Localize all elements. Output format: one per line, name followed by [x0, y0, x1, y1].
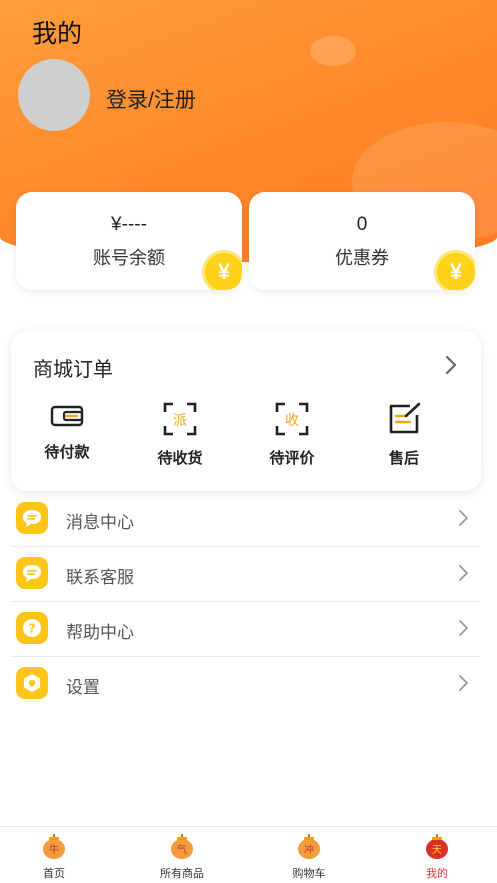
- menu-item-label: 帮助中心: [66, 623, 134, 642]
- coupon-card[interactable]: 0 优惠券 ¥: [249, 192, 475, 290]
- lantern-icon: 牛: [43, 834, 65, 859]
- svg-text:派: 派: [173, 413, 187, 429]
- menu-item-help[interactable]: ? 帮助中心: [11, 602, 480, 657]
- order-after-sales[interactable]: 售后: [364, 401, 444, 468]
- menu-item-settings[interactable]: 设置: [11, 657, 480, 712]
- after-sales-icon: [389, 402, 421, 434]
- order-pending-receipt[interactable]: 派 待收货: [140, 401, 220, 468]
- coupon-value: 0: [356, 214, 368, 235]
- chevron-right-icon: [459, 565, 468, 581]
- tab-home[interactable]: 牛 首页: [14, 833, 94, 881]
- chevron-right-icon: [459, 675, 468, 691]
- svg-text:收: 收: [285, 413, 299, 429]
- chevron-right-icon: [459, 510, 468, 526]
- order-item-label: 售后: [388, 450, 419, 467]
- svg-text:气: 气: [177, 843, 187, 856]
- bottom-tab-bar: 牛 首页 气 所有商品 冲 购物车 天 我的: [0, 826, 497, 883]
- menu-item-messages[interactable]: 消息中心: [11, 492, 480, 547]
- page-title: 我的: [32, 20, 83, 48]
- tab-label: 购物车: [292, 868, 326, 880]
- lantern-icon: 天: [426, 834, 448, 859]
- tab-label: 我的: [426, 868, 448, 880]
- order-item-label: 待评价: [269, 450, 315, 467]
- yuan-coin-icon: ¥: [202, 250, 242, 290]
- settings-icon: [16, 667, 48, 699]
- svg-text:牛: 牛: [49, 843, 59, 856]
- order-pending-payment[interactable]: 待付款: [27, 401, 107, 462]
- menu-item-customer-service[interactable]: 联系客服: [11, 547, 480, 602]
- tab-all-products[interactable]: 气 所有商品: [142, 833, 222, 881]
- orders-title: 商城订单: [33, 359, 113, 381]
- balance-card[interactable]: ¥---- 账号余额 ¥: [16, 192, 242, 290]
- delivery-scan-icon: 派: [163, 402, 197, 436]
- chevron-right-icon[interactable]: [443, 354, 459, 376]
- menu-item-label: 消息中心: [66, 513, 134, 532]
- balance-value: ¥----: [111, 214, 147, 235]
- svg-text:?: ?: [29, 622, 36, 636]
- tab-cart[interactable]: 冲 购物车: [269, 833, 349, 881]
- message-icon: [16, 502, 48, 534]
- lantern-icon: 冲: [298, 834, 320, 859]
- order-pending-review[interactable]: 收 待评价: [252, 401, 332, 468]
- order-item-label: 待付款: [44, 444, 90, 461]
- chevron-right-icon: [459, 620, 468, 636]
- customer-service-icon: [16, 557, 48, 589]
- orders-card: 商城订单 待付款 派 待收货 收 待评价 售后: [11, 331, 481, 491]
- menu-item-label: 设置: [66, 678, 100, 697]
- yuan-coin-icon: ¥: [434, 250, 475, 290]
- login-register-link[interactable]: 登录/注册: [106, 84, 196, 114]
- tab-label: 所有商品: [160, 868, 204, 880]
- decor-bubble: [310, 36, 356, 66]
- lantern-icon: 气: [171, 834, 193, 859]
- tab-mine[interactable]: 天 我的: [397, 833, 477, 881]
- help-icon: ?: [16, 612, 48, 644]
- menu-item-label: 联系客服: [66, 568, 134, 587]
- review-scan-icon: 收: [275, 402, 309, 436]
- wallet-icon: [50, 405, 84, 427]
- svg-text:冲: 冲: [304, 843, 314, 856]
- avatar[interactable]: [18, 59, 90, 131]
- order-item-label: 待收货: [157, 450, 203, 467]
- tab-label: 首页: [43, 868, 65, 880]
- svg-text:天: 天: [432, 845, 442, 856]
